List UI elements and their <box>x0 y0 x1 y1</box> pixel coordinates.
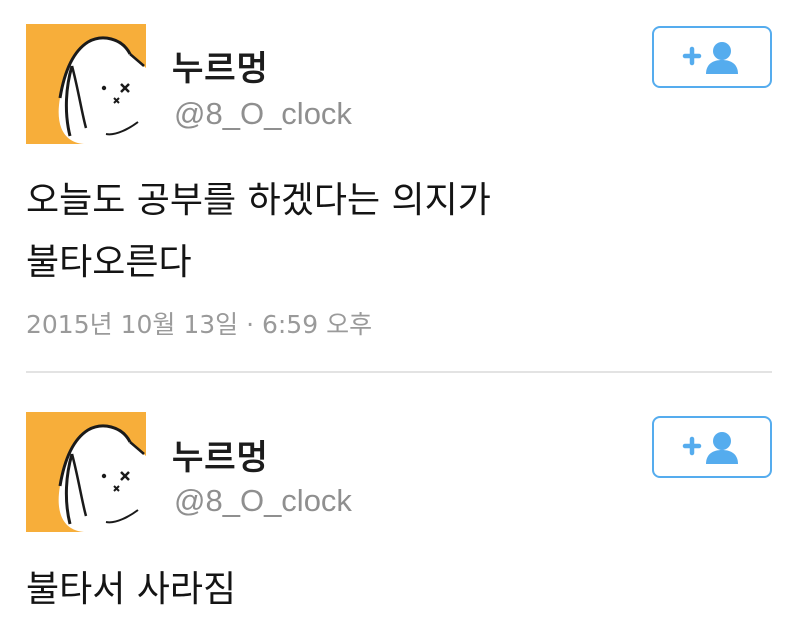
display-name[interactable]: 누르멍 <box>172 41 269 90</box>
follow-button[interactable] <box>652 26 772 88</box>
follow-button[interactable] <box>652 416 772 478</box>
user-handle[interactable]: @8_O_clock <box>174 96 352 132</box>
avatar[interactable] <box>26 412 146 532</box>
display-name[interactable]: 누르멍 <box>172 430 269 479</box>
tweet-text: 오늘도 공부를 하겠다는 의지가 불타오른다 <box>26 180 491 283</box>
tweet-card: 누르멍 @8_O_clock 불타서 사라짐 <box>0 373 800 642</box>
tweet-text: 불타서 사라짐 <box>26 569 237 610</box>
cartoon-dog-icon <box>58 36 146 144</box>
tweet-timestamp[interactable]: 2015년 10월 13일 · 6:59 오후 <box>26 305 372 341</box>
follow-user-icon <box>682 42 738 74</box>
cartoon-dog-icon <box>58 424 146 532</box>
follow-user-icon <box>682 432 738 464</box>
tweet-card: 누르멍 @8_O_clock 오늘도 공부를 하겠다는 의지가 불타오른다 20… <box>0 0 800 373</box>
user-handle[interactable]: @8_O_clock <box>174 483 352 519</box>
avatar[interactable] <box>26 24 146 144</box>
